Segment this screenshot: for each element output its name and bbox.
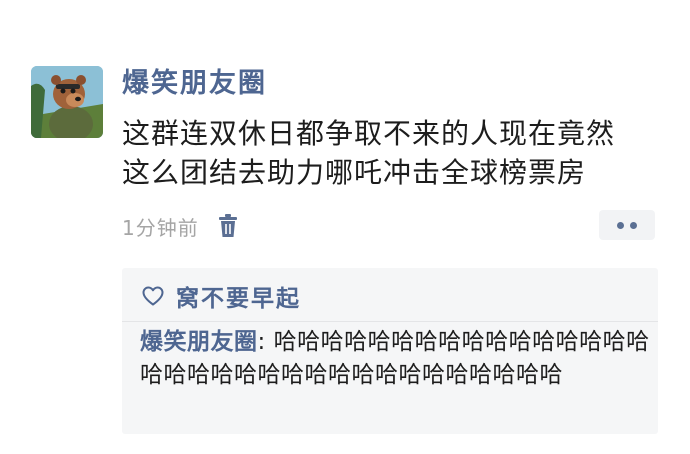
post-meta: 1分钟前 <box>122 211 239 241</box>
post-content-line: 这群连双休日都争取不来的人现在竟然 <box>122 117 616 150</box>
more-options-button[interactable] <box>599 210 655 240</box>
comment-author[interactable]: 爆笑朋友圈 <box>140 329 258 355</box>
liker-name[interactable]: 窝不要早起 <box>176 279 301 313</box>
comment-separator: : <box>257 329 274 355</box>
post-author-name[interactable]: 爆笑朋友圈 <box>122 66 267 102</box>
post-content-line: 这么团结去助力哪吒冲击全球榜票房 <box>122 156 587 189</box>
likes-row: 窝不要早起 <box>142 280 301 312</box>
heart-icon <box>142 286 164 306</box>
more-dots-icon <box>630 221 637 229</box>
trash-icon[interactable] <box>217 214 239 238</box>
post-timestamp: 1分钟前 <box>122 215 199 240</box>
comment-item[interactable]: 爆笑朋友圈: 哈哈哈哈哈哈哈哈哈哈哈哈哈哈哈哈哈哈哈哈哈哈哈哈哈哈哈哈哈哈哈哈哈… <box>140 326 650 392</box>
moments-post: 爆笑朋友圈 这群连双休日都争取不来的人现在竟然 这么团结去助力哪吒冲击全球榜票房… <box>0 0 690 454</box>
interaction-panel: 窝不要早起 爆笑朋友圈: 哈哈哈哈哈哈哈哈哈哈哈哈哈哈哈哈哈哈哈哈哈哈哈哈哈哈哈… <box>122 268 658 434</box>
divider <box>122 321 658 322</box>
more-dots-icon <box>617 221 624 229</box>
avatar[interactable] <box>31 66 103 138</box>
post-content: 这群连双休日都争取不来的人现在竟然 这么团结去助力哪吒冲击全球榜票房 <box>122 114 662 192</box>
cartoon-bear-avatar-icon <box>31 66 103 138</box>
